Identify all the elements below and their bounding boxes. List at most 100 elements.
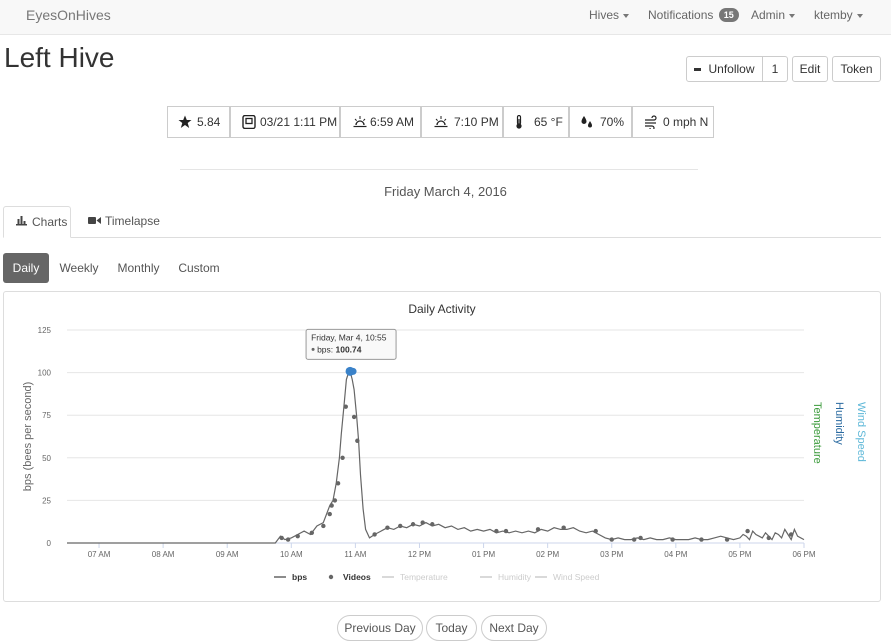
video-point — [503, 528, 509, 534]
video-point — [351, 414, 357, 420]
x-tick-label: 07 AM — [88, 550, 111, 559]
sunset-icon — [434, 116, 448, 128]
x-tick-label: 05 PM — [728, 550, 751, 559]
video-point — [398, 523, 403, 529]
token-button[interactable]: Token — [832, 56, 881, 82]
nav-notifications-label: Notifications — [648, 8, 714, 22]
y-tick-label: 0 — [47, 539, 52, 548]
stat-humidity: 70% — [569, 106, 632, 138]
tooltip-series-label: bps: 100.74 — [317, 344, 362, 354]
nav-user-dropdown[interactable]: ktemby — [814, 8, 863, 22]
x-tick-label: 12 PM — [408, 550, 431, 559]
x-tick-label: 04 PM — [664, 550, 687, 559]
video-point — [430, 522, 435, 527]
date-header: Friday March 4, 2016 — [384, 184, 507, 199]
legend-item: Wind Speed — [553, 572, 600, 582]
video-point — [788, 532, 794, 537]
video-point — [385, 525, 390, 530]
stat-last-seen: 03/21 1:11 PM — [230, 106, 340, 138]
video-point — [410, 522, 416, 527]
chart-panel: Daily Activity 0 25 50 75 100 125 07 AM 08 AM 09 … — [3, 291, 881, 602]
tab-timelapse-label: Timelapse — [105, 214, 160, 228]
video-point — [309, 530, 315, 535]
x-tick-label: 08 AM — [152, 550, 175, 559]
legend-item: bps — [292, 572, 307, 582]
stat-temperature-value: 65 °F — [534, 115, 563, 129]
x-tick-label: 03 PM — [600, 550, 623, 559]
nav-admin-dropdown[interactable]: Admin — [751, 8, 796, 22]
right-axis-label: Wind Speed — [855, 402, 867, 462]
video-point — [593, 528, 598, 534]
x-tick-label: 10 AM — [280, 550, 303, 559]
notifications-count-badge: 15 — [718, 8, 739, 22]
nav-admin-label: Admin — [751, 8, 786, 22]
video-point — [285, 537, 291, 542]
nav-notifications-link[interactable]: Notifications 15 — [648, 8, 739, 22]
previous-day-button[interactable]: Previous Day — [337, 615, 423, 641]
video-point — [321, 523, 326, 529]
video-point — [670, 537, 675, 542]
unfollow-button[interactable]: Unfollow — [686, 56, 763, 82]
y-tick-label: 50 — [42, 454, 51, 463]
stat-wind: 0 mph N — [632, 106, 714, 138]
follow-count-button[interactable]: 1 — [763, 56, 788, 82]
right-axis-label: Temperature — [811, 402, 823, 464]
video-point — [535, 527, 541, 532]
video-point — [724, 537, 730, 542]
stat-rating: 5.84 — [167, 106, 230, 138]
x-tick-label: 11 AM — [344, 550, 366, 559]
x-tick-label: 01 PM — [472, 550, 495, 559]
sunrise-icon — [353, 116, 367, 128]
period-monthly-button[interactable]: Monthly — [111, 253, 166, 283]
video-point — [699, 537, 704, 542]
nav-hives-dropdown[interactable]: Hives — [589, 8, 630, 22]
video-point — [329, 503, 334, 508]
video-point — [638, 535, 643, 541]
today-button[interactable]: Today — [426, 615, 477, 641]
x-tick-label: 06 PM — [792, 550, 815, 559]
video-point — [340, 455, 345, 460]
edit-button[interactable]: Edit — [792, 56, 828, 82]
stat-rating-value: 5.84 — [197, 115, 221, 129]
caret-down-icon — [789, 13, 796, 18]
stat-sunrise: 6:59 AM — [340, 106, 421, 138]
daily-activity-chart: Daily Activity 0 25 50 75 100 125 07 AM 08 AM 09 … — [22, 302, 867, 582]
navbar: EyesOnHives Hives Notifications 15 Admin… — [0, 0, 891, 35]
tooltip-value: 100.74 — [336, 344, 362, 354]
legend-item: Videos — [343, 572, 371, 582]
stat-last-seen-value: 03/21 1:11 PM — [260, 115, 338, 129]
next-day-button[interactable]: Next Day — [481, 615, 547, 641]
stat-sunset-value: 7:10 PM — [454, 115, 499, 129]
video-point — [631, 537, 637, 542]
video-point — [343, 404, 348, 409]
video-point — [561, 525, 566, 530]
star-icon — [178, 115, 192, 128]
video-point — [355, 438, 360, 443]
tab-timelapse[interactable]: Timelapse — [80, 206, 164, 238]
stat-wind-value: 0 mph N — [663, 115, 709, 129]
x-tick-label: 09 AM — [216, 550, 239, 559]
video-point — [327, 511, 332, 517]
nav-user-label: ktemby — [814, 8, 853, 22]
tab-charts-label: Charts — [32, 215, 68, 229]
video-point — [332, 498, 338, 503]
brand-link[interactable]: EyesOnHives — [26, 7, 111, 23]
humidity-drops-icon — [581, 116, 592, 128]
y-tick-label: 125 — [38, 326, 52, 335]
thermometer-icon — [516, 115, 522, 129]
period-daily-button[interactable]: Daily — [3, 253, 49, 283]
video-point — [745, 528, 750, 534]
series-line-bps — [67, 370, 805, 544]
stat-sunset: 7:10 PM — [421, 106, 503, 138]
caret-down-icon — [623, 13, 630, 18]
tab-charts[interactable]: Charts — [3, 206, 71, 238]
y-tick-label: 100 — [38, 369, 52, 378]
period-custom-button[interactable]: Custom — [173, 253, 225, 283]
divider — [180, 169, 698, 170]
stat-temperature: 65 °F — [503, 106, 569, 138]
chart-title: Daily Activity — [408, 302, 475, 316]
y-axis-label: bps (bees per second) — [22, 382, 34, 491]
video-point — [279, 535, 284, 541]
period-weekly-button[interactable]: Weekly — [54, 253, 104, 283]
video-point — [766, 535, 771, 541]
